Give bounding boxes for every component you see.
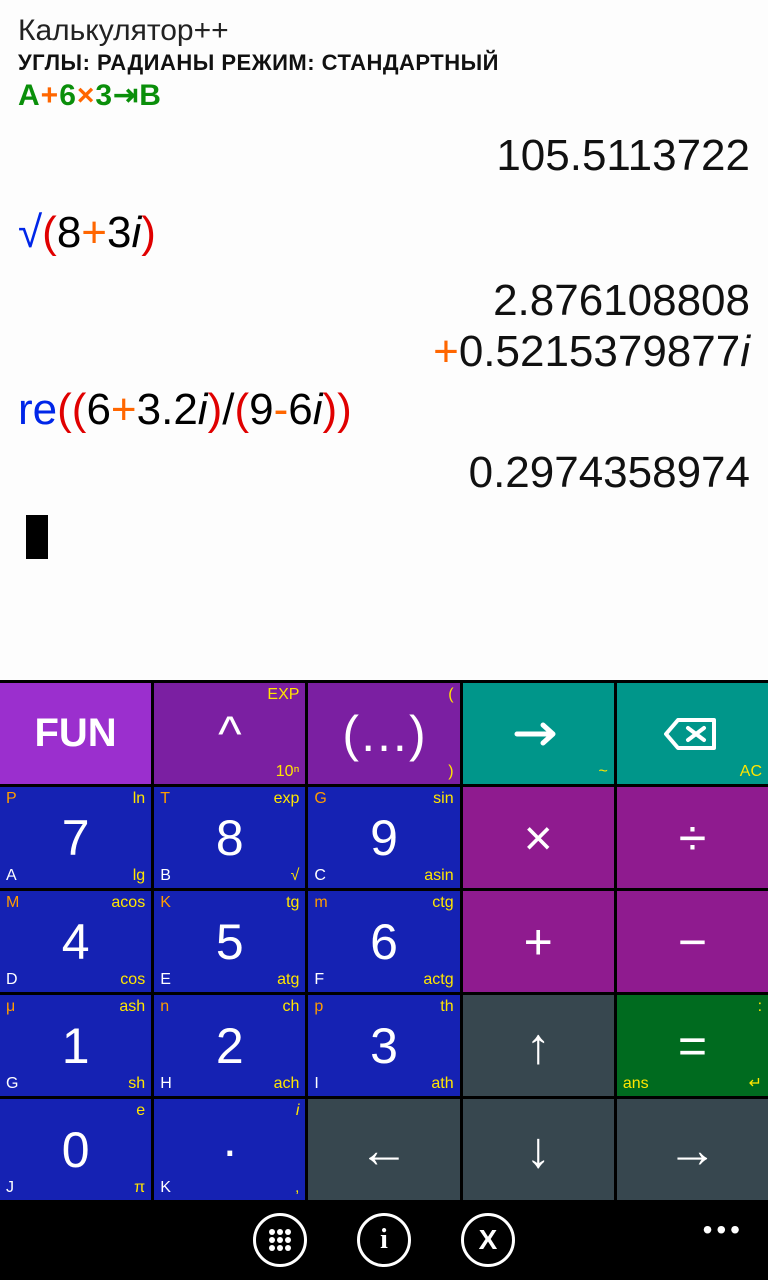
digit-7[interactable]: 7PlnAlg — [0, 787, 151, 888]
mode-line: УГЛЫ: РАДИАНЫ РЕЖИМ: СТАНДАРТНЫЙ — [18, 50, 750, 76]
decimal-button[interactable]: ·iK, — [154, 1099, 305, 1200]
expression-2: √(8+3i) — [18, 208, 750, 259]
divide-button[interactable]: ÷ — [617, 787, 768, 888]
apps-icon[interactable] — [253, 1213, 307, 1267]
result-5: 0.2974358974 — [18, 448, 750, 499]
digit-6[interactable]: 6mctgFactg — [308, 891, 459, 992]
keypad: FUN ^ EXP10ⁿ (…) () ~ AC 7PlnAlg 8TexpB√… — [0, 680, 768, 1200]
result-3a: 2.876108808 — [18, 276, 750, 327]
result-3b: +0.5215379877i — [18, 327, 750, 378]
add-button[interactable]: + — [463, 891, 614, 992]
digit-4[interactable]: 4MacosDcos — [0, 891, 151, 992]
close-icon[interactable]: X — [461, 1213, 515, 1267]
input-cursor — [26, 515, 48, 559]
cursor-left-button[interactable]: ← — [308, 1099, 459, 1200]
more-icon[interactable]: ••• — [703, 1214, 744, 1246]
keyboard-hint: A+6×3⇥B — [18, 78, 750, 113]
bottom-bar: i X ••• — [0, 1200, 768, 1280]
equals-button[interactable]: =:ans↵ — [617, 995, 768, 1096]
power-button[interactable]: ^ EXP10ⁿ — [154, 683, 305, 784]
calculation-history[interactable]: 105.5113722 √(8+3i) 2.876108808 +0.52153… — [18, 131, 750, 570]
digit-0[interactable]: 0eJπ — [0, 1099, 151, 1200]
backspace-button[interactable]: AC — [617, 683, 768, 784]
digit-9[interactable]: 9GsinCasin — [308, 787, 459, 888]
display-area: Калькулятор++ УГЛЫ: РАДИАНЫ РЕЖИМ: СТАНД… — [0, 0, 768, 680]
cursor-right-button[interactable]: → — [617, 1099, 768, 1200]
fun-button[interactable]: FUN — [0, 683, 151, 784]
subtract-button[interactable]: − — [617, 891, 768, 992]
digit-8[interactable]: 8TexpB√ — [154, 787, 305, 888]
multiply-button[interactable]: × — [463, 787, 614, 888]
cursor-up-button[interactable]: ↑ — [463, 995, 614, 1096]
cursor-down-button[interactable]: ↓ — [463, 1099, 614, 1200]
digit-1[interactable]: 1μashGsh — [0, 995, 151, 1096]
digit-3[interactable]: 3pthIath — [308, 995, 459, 1096]
digit-2[interactable]: 2nchHach — [154, 995, 305, 1096]
app-title: Калькулятор++ — [18, 14, 750, 48]
paren-button[interactable]: (…) () — [308, 683, 459, 784]
result-1: 105.5113722 — [18, 131, 750, 182]
info-icon[interactable]: i — [357, 1213, 411, 1267]
digit-5[interactable]: 5KtgEatg — [154, 891, 305, 992]
execute-button[interactable]: ~ — [463, 683, 614, 784]
expression-4: re((6+3.2i)/(9-6i)) — [18, 385, 750, 436]
